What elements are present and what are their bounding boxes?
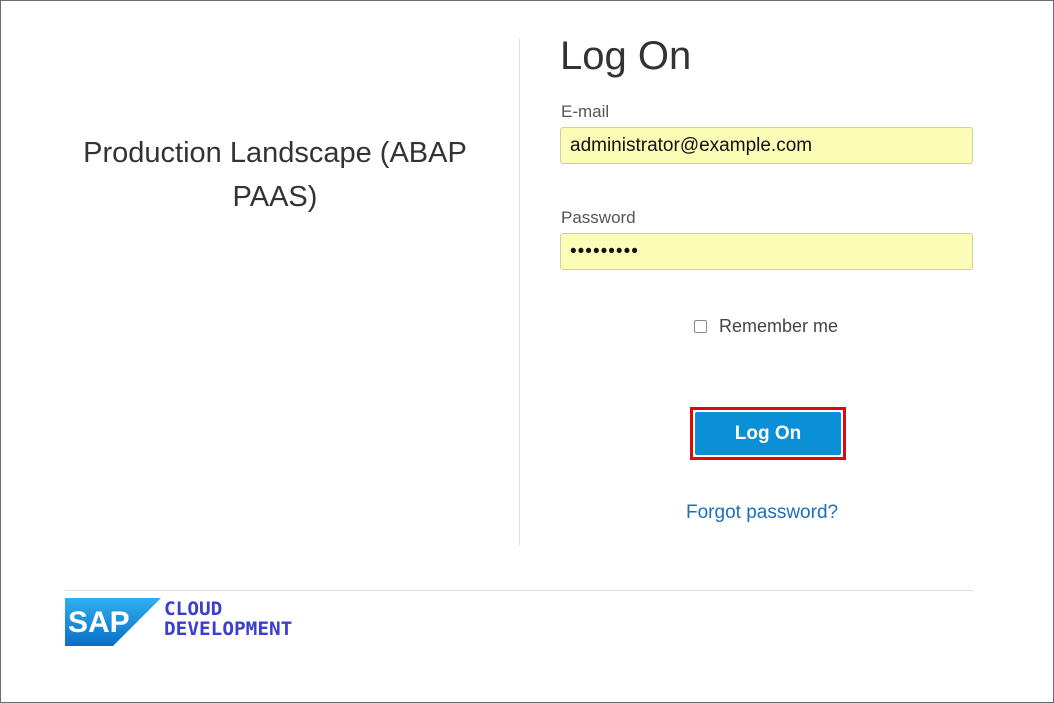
logo-line-development: DEVELOPMENT [164, 618, 293, 640]
password-field[interactable] [560, 233, 973, 270]
logo-wordmark: CLOUD DEVELOPMENT [164, 599, 292, 639]
logon-heading: Log On [560, 34, 692, 78]
sap-logo-icon: SAP [65, 598, 161, 646]
email-label: E-mail [561, 102, 610, 121]
landscape-title: Production Landscape (ABAP PAAS) [83, 137, 467, 213]
remember-me-checkbox[interactable] [694, 320, 707, 333]
forgot-password-link[interactable]: Forgot password? [686, 502, 838, 524]
email-field[interactable] [560, 127, 973, 164]
remember-me-label: Remember me [719, 316, 839, 336]
vertical-divider [519, 39, 520, 545]
password-label: Password [561, 208, 636, 227]
sap-cloud-development-logo: SAP CLOUD DEVELOPMENT [65, 598, 292, 646]
remember-me[interactable]: Remember me [694, 316, 838, 337]
logo-line-cloud: CLOUD [164, 598, 223, 620]
logon-button[interactable]: Log On [695, 412, 841, 455]
logon-page: Production Landscape (ABAP PAAS) Log On … [0, 0, 1054, 703]
footer-divider [65, 590, 973, 591]
sap-logo-text: SAP [68, 606, 130, 639]
logon-button-highlight: Log On [690, 407, 846, 460]
